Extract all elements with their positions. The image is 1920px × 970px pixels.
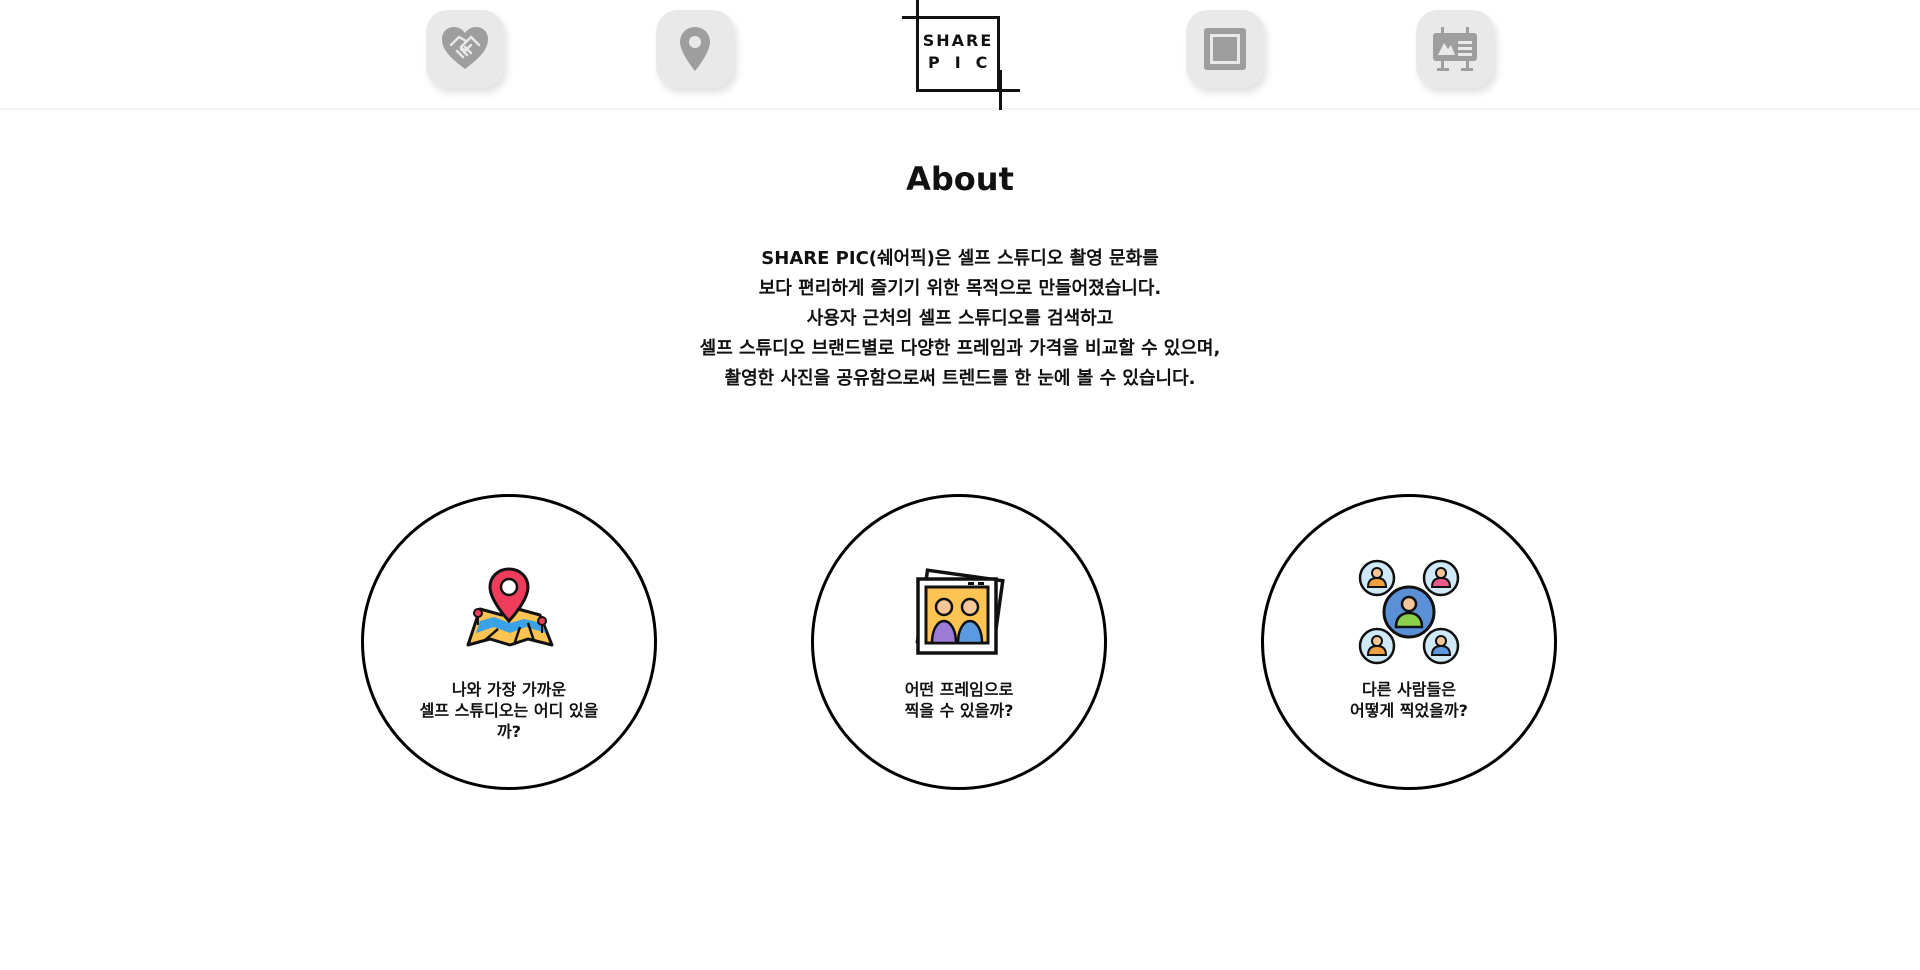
feature-caption: 어떤 프레임으로 찍을 수 있을까? [854, 679, 1064, 721]
handshake-heart-icon [442, 27, 488, 69]
logo-line1: SHARE [922, 31, 994, 50]
nav-button-map[interactable] [656, 10, 734, 88]
feature-caption: 나와 가장 가까운 셀프 스튜디오는 어디 있을 까? [404, 679, 614, 742]
caption-line: 셀프 스튜디오는 어디 있을 [419, 701, 599, 720]
caption-line: 어떻게 찍었을까? [1350, 701, 1468, 720]
about-line: 사용자 근처의 셀프 스튜디오를 검색하고 [806, 308, 1114, 329]
map-location-icon [466, 567, 554, 647]
site-header: SHARE PIC [0, 0, 1920, 110]
about-line: SHARE PIC(쉐어픽)은 셀프 스튜디오 촬영 문화를 [761, 248, 1159, 269]
picture-frame-icon [1204, 28, 1246, 70]
feature-nearby-studio[interactable]: 나와 가장 가까운 셀프 스튜디오는 어디 있을 까? [361, 494, 657, 790]
about-description: SHARE PIC(쉐어픽)은 셀프 스튜디오 촬영 문화를 보다 편리하게 즐… [560, 244, 1360, 394]
feature-frame[interactable]: 어떤 프레임으로 찍을 수 있을까? [811, 494, 1107, 790]
caption-line: 다른 사람들은 [1362, 680, 1456, 699]
feature-others-photos[interactable]: 다른 사람들은 어떻게 찍었을까? [1261, 494, 1557, 790]
nav-button-frame[interactable] [1186, 10, 1264, 88]
about-line: 셀프 스튜디오 브랜드별로 다양한 프레임과 가격을 비교할 수 있으며, [699, 338, 1221, 359]
logo-text: SHARE PIC [916, 30, 1000, 74]
logo-line2: PIC [928, 53, 1003, 72]
caption-line: 어떤 프레임으로 [904, 680, 1014, 699]
photo-frames-icon [915, 568, 1005, 655]
map-pin-icon [680, 27, 710, 71]
feature-caption: 다른 사람들은 어떻게 찍었을까? [1304, 679, 1514, 721]
people-network-icon [1358, 559, 1460, 665]
nav-button-share[interactable] [426, 10, 504, 88]
about-title: About [906, 160, 1014, 198]
nav-button-board[interactable] [1416, 10, 1494, 88]
caption-line: 까? [496, 722, 521, 741]
about-line: 보다 편리하게 즐기기 위한 목적으로 만들어졌습니다. [758, 278, 1162, 299]
about-line: 촬영한 사진을 공유함으로써 트렌드를 한 눈에 볼 수 있습니다. [724, 368, 1196, 389]
caption-line: 나와 가장 가까운 [451, 680, 567, 699]
caption-line: 찍을 수 있을까? [904, 701, 1014, 720]
billboard-icon [1433, 27, 1477, 71]
logo[interactable]: SHARE PIC [900, 0, 1020, 110]
